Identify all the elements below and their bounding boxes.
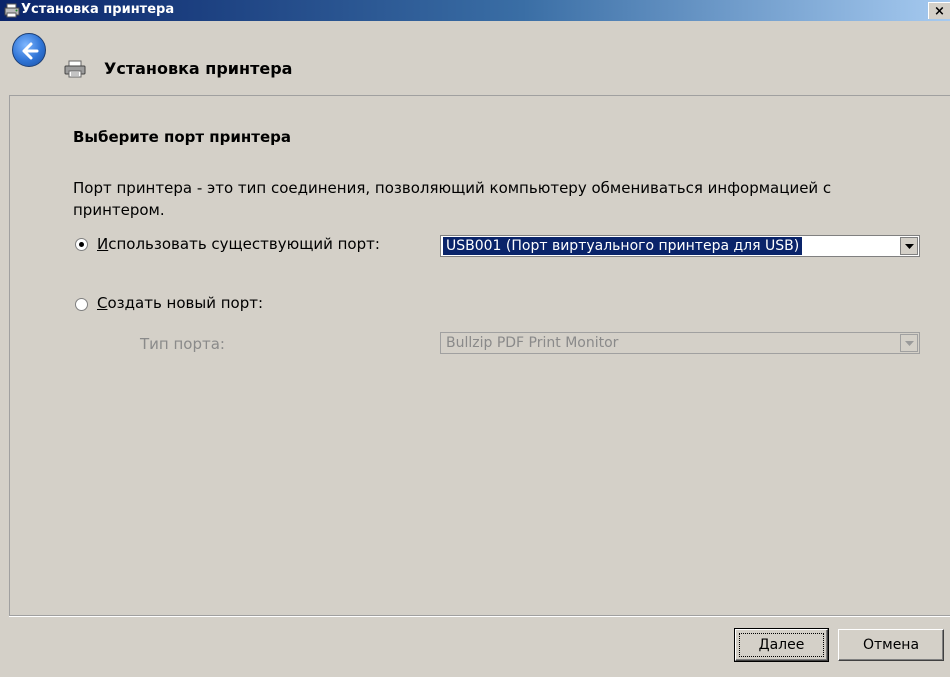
port-type-label: Тип порта:: [140, 335, 225, 353]
existing-port-select[interactable]: USB001 (Порт виртуального принтера для U…: [440, 235, 920, 257]
content-divider-left: [9, 95, 10, 615]
window-titlebar: Установка принтера ×: [0, 0, 950, 21]
create-new-port-accelerator: С: [97, 294, 108, 312]
use-existing-port-accelerator: И: [97, 235, 109, 253]
wizard-title: Установка принтера: [104, 59, 293, 78]
port-type-select[interactable]: Bullzip PDF Print Monitor: [440, 332, 920, 354]
back-button[interactable]: [12, 33, 46, 67]
content-divider-highlight: [9, 616, 950, 617]
existing-port-dropdown-button[interactable]: [900, 237, 918, 255]
use-existing-port-label[interactable]: Использовать существующий порт:: [97, 235, 380, 253]
content-divider-top: [9, 95, 950, 96]
page-description: Порт принтера - это тип соединения, позв…: [73, 179, 832, 219]
next-button[interactable]: Далее: [734, 628, 829, 662]
close-button[interactable]: ×: [928, 2, 950, 19]
radio-selected-dot: [79, 242, 84, 247]
cancel-button[interactable]: Отмена: [838, 629, 944, 661]
port-type-value: Bullzip PDF Print Monitor: [446, 335, 619, 351]
chevron-down-icon: [905, 244, 914, 249]
page-heading: Выберите порт принтера: [73, 128, 292, 146]
next-button-accelerator: Д: [758, 637, 770, 653]
use-existing-port-radio[interactable]: [75, 238, 88, 251]
existing-port-value: USB001 (Порт виртуального принтера для U…: [441, 236, 804, 256]
chevron-down-icon: [905, 341, 914, 346]
back-arrow-icon: [22, 42, 39, 60]
next-button-label: Далее: [739, 633, 824, 657]
create-new-port-label[interactable]: Создать новый порт:: [97, 294, 263, 312]
create-new-port-label-text: оздать новый порт:: [107, 294, 264, 312]
port-type-dropdown-button[interactable]: [900, 334, 918, 352]
printer-wizard-icon: [4, 3, 20, 18]
create-new-port-radio[interactable]: [75, 298, 88, 311]
window-title: Установка принтера: [21, 2, 175, 17]
next-button-label-text: алее: [769, 637, 805, 653]
use-existing-port-label-text: спользовать существующий порт:: [108, 235, 380, 253]
printer-icon: [64, 60, 86, 78]
